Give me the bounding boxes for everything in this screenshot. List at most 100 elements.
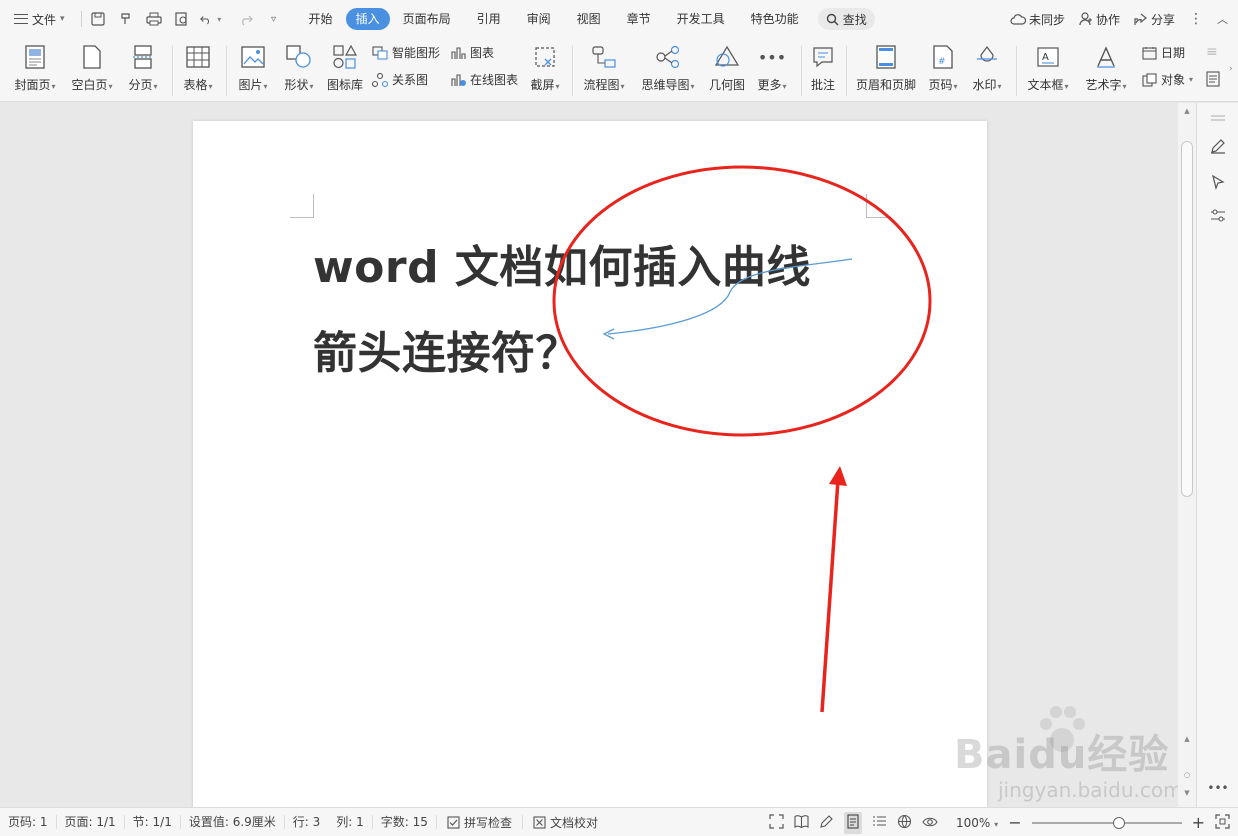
relation-chart-button[interactable]: 关系图	[372, 71, 428, 88]
header-footer-button[interactable]: 页眉和页脚	[854, 38, 918, 102]
share-button[interactable]: 分享	[1134, 11, 1175, 28]
tab-special-features[interactable]: 特色功能	[738, 8, 812, 30]
screenshot-icon	[531, 42, 559, 72]
zoom-in-icon[interactable]: +	[1192, 813, 1205, 832]
mindmap-label: 思维导图	[641, 78, 690, 92]
eye-protection-icon[interactable]	[922, 814, 938, 832]
zoom-out-icon[interactable]: −	[1008, 813, 1021, 832]
scroll-prev-page-icon[interactable]: ▲	[1182, 735, 1192, 743]
scroll-down-icon[interactable]: ▼	[1182, 789, 1192, 797]
scrollbar-thumb[interactable]	[1181, 141, 1193, 497]
search-label: 查找	[842, 12, 867, 27]
sync-button[interactable]: 未同步	[1010, 11, 1065, 28]
document-heading-line-2[interactable]: 箭头连接符？	[313, 317, 580, 381]
blank-page-label: 空白页	[71, 78, 108, 92]
collapse-ribbon-icon[interactable]: ︿	[1217, 11, 1228, 27]
customize-toolbar-icon[interactable]: ▿	[264, 9, 284, 29]
status-word-count[interactable]: 字数: 15	[373, 815, 437, 829]
date-button[interactable]: 日期	[1142, 44, 1185, 61]
redo-icon[interactable]	[236, 9, 256, 29]
quick-access-toolbar: ▾ ▿	[88, 9, 284, 29]
spell-check-button[interactable]: 拼写检查	[437, 815, 523, 830]
status-section[interactable]: 节: 1/1	[125, 815, 181, 829]
geometry-button[interactable]: 几何图	[706, 38, 748, 102]
tab-home[interactable]: 开始	[296, 8, 346, 30]
tab-references[interactable]: 引用	[464, 8, 514, 30]
tab-view[interactable]: 视图	[564, 8, 614, 30]
icon-library-button[interactable]: 图标库	[324, 38, 366, 102]
ribbon-overflow-icon[interactable]: ≡	[1206, 44, 1218, 60]
collaborate-button[interactable]: 协作	[1079, 11, 1120, 28]
document-part-icon[interactable]	[1206, 71, 1220, 87]
tab-page-layout[interactable]: 页面布局	[390, 8, 464, 30]
panel-more-icon[interactable]: •••	[1207, 779, 1228, 797]
outline-view-icon[interactable]	[872, 814, 887, 832]
ribbon-scroll-right-icon[interactable]: ›	[1229, 64, 1233, 74]
status-row: 行: 3	[292, 815, 321, 829]
online-chart-label: 在线图表	[470, 73, 519, 87]
screenshot-button[interactable]: 截屏▾	[526, 38, 564, 102]
document-page[interactable]: word 文档如何插入曲线 箭头连接符？	[193, 121, 987, 821]
page-number-button[interactable]: # 页码▾	[924, 38, 962, 102]
format-painter-icon[interactable]	[116, 9, 136, 29]
share-icon	[1134, 13, 1147, 25]
more-button[interactable]: ••• 更多▾	[754, 38, 790, 102]
picture-button[interactable]: 图片▾	[234, 38, 272, 102]
reading-mode-icon[interactable]	[794, 814, 809, 832]
doc-proofread-button[interactable]: 文档校对	[523, 814, 608, 831]
zoom-slider[interactable]	[1031, 816, 1182, 829]
geometry-label: 几何图	[708, 78, 745, 92]
textbox-label: 文本框	[1027, 78, 1064, 92]
zoom-slider-knob[interactable]	[1112, 816, 1125, 829]
write-mode-icon[interactable]	[819, 814, 834, 832]
table-button[interactable]: 表格▾	[180, 38, 216, 102]
tab-developer[interactable]: 开发工具	[664, 8, 738, 30]
chart-button[interactable]: 图表	[450, 44, 494, 61]
comment-button[interactable]: 批注	[808, 38, 838, 102]
settings-sliders-icon[interactable]	[1209, 207, 1227, 225]
textbox-button[interactable]: A 文本框▾	[1024, 38, 1072, 102]
document-heading-line-1[interactable]: word 文档如何插入曲线	[313, 231, 811, 295]
tab-review[interactable]: 审阅	[514, 8, 564, 30]
watermark-button[interactable]: 水印▾	[968, 38, 1006, 102]
print-preview-icon[interactable]	[172, 9, 192, 29]
proofread-icon	[533, 815, 546, 829]
flowchart-button[interactable]: 流程图▾	[580, 38, 628, 102]
panel-handle-icon[interactable]	[1209, 109, 1227, 127]
status-setting-value[interactable]: 设置值: 6.9厘米	[181, 815, 285, 829]
search-button[interactable]: 查找	[817, 8, 875, 30]
calendar-icon	[1142, 46, 1157, 60]
scroll-select-browse-icon[interactable]: ○	[1182, 771, 1192, 779]
file-menu[interactable]: 文件 ▾	[0, 0, 75, 38]
tab-insert[interactable]: 插入	[345, 8, 390, 30]
mindmap-button[interactable]: 思维导图▾	[638, 38, 698, 102]
print-icon[interactable]	[144, 9, 164, 29]
scroll-up-icon[interactable]: ▲	[1182, 107, 1192, 115]
save-icon[interactable]	[88, 9, 108, 29]
zoom-level[interactable]: 100% ▾	[948, 816, 998, 830]
tab-chapter[interactable]: 章节	[614, 8, 664, 30]
vertical-scrollbar[interactable]: ▲ ▲ ○ ▼	[1178, 103, 1196, 807]
online-chart-button[interactable]: 在线图表	[450, 71, 518, 88]
status-pages[interactable]: 页面: 1/1	[57, 815, 125, 829]
fit-window-icon[interactable]	[1215, 813, 1230, 832]
spell-check-label: 拼写检查	[463, 815, 512, 830]
cover-page-button[interactable]: 封面页▾	[12, 38, 58, 102]
table-label: 表格	[183, 78, 208, 92]
wordart-button[interactable]: 艺术字▾	[1082, 38, 1130, 102]
more-options-icon[interactable]: ⋮	[1189, 11, 1203, 27]
page-view-icon[interactable]	[844, 811, 863, 834]
undo-icon[interactable]: ▾	[199, 9, 228, 29]
web-view-icon[interactable]	[897, 814, 912, 832]
fullscreen-icon[interactable]	[769, 813, 784, 832]
status-page-number[interactable]: 页码: 1	[0, 815, 57, 829]
page-break-button[interactable]: 分页▾	[125, 38, 161, 102]
shape-button[interactable]: 形状▾	[280, 38, 318, 102]
smart-graphic-button[interactable]: 智能图形	[372, 44, 440, 61]
select-cursor-icon[interactable]	[1209, 173, 1227, 191]
blank-page-button[interactable]: 空白页▾	[68, 38, 116, 102]
pen-edit-icon[interactable]	[1209, 137, 1227, 155]
object-button[interactable]: 对象 ▾	[1142, 71, 1193, 88]
watermark-label: 水印	[972, 78, 997, 92]
ribbon-divider	[172, 46, 173, 96]
